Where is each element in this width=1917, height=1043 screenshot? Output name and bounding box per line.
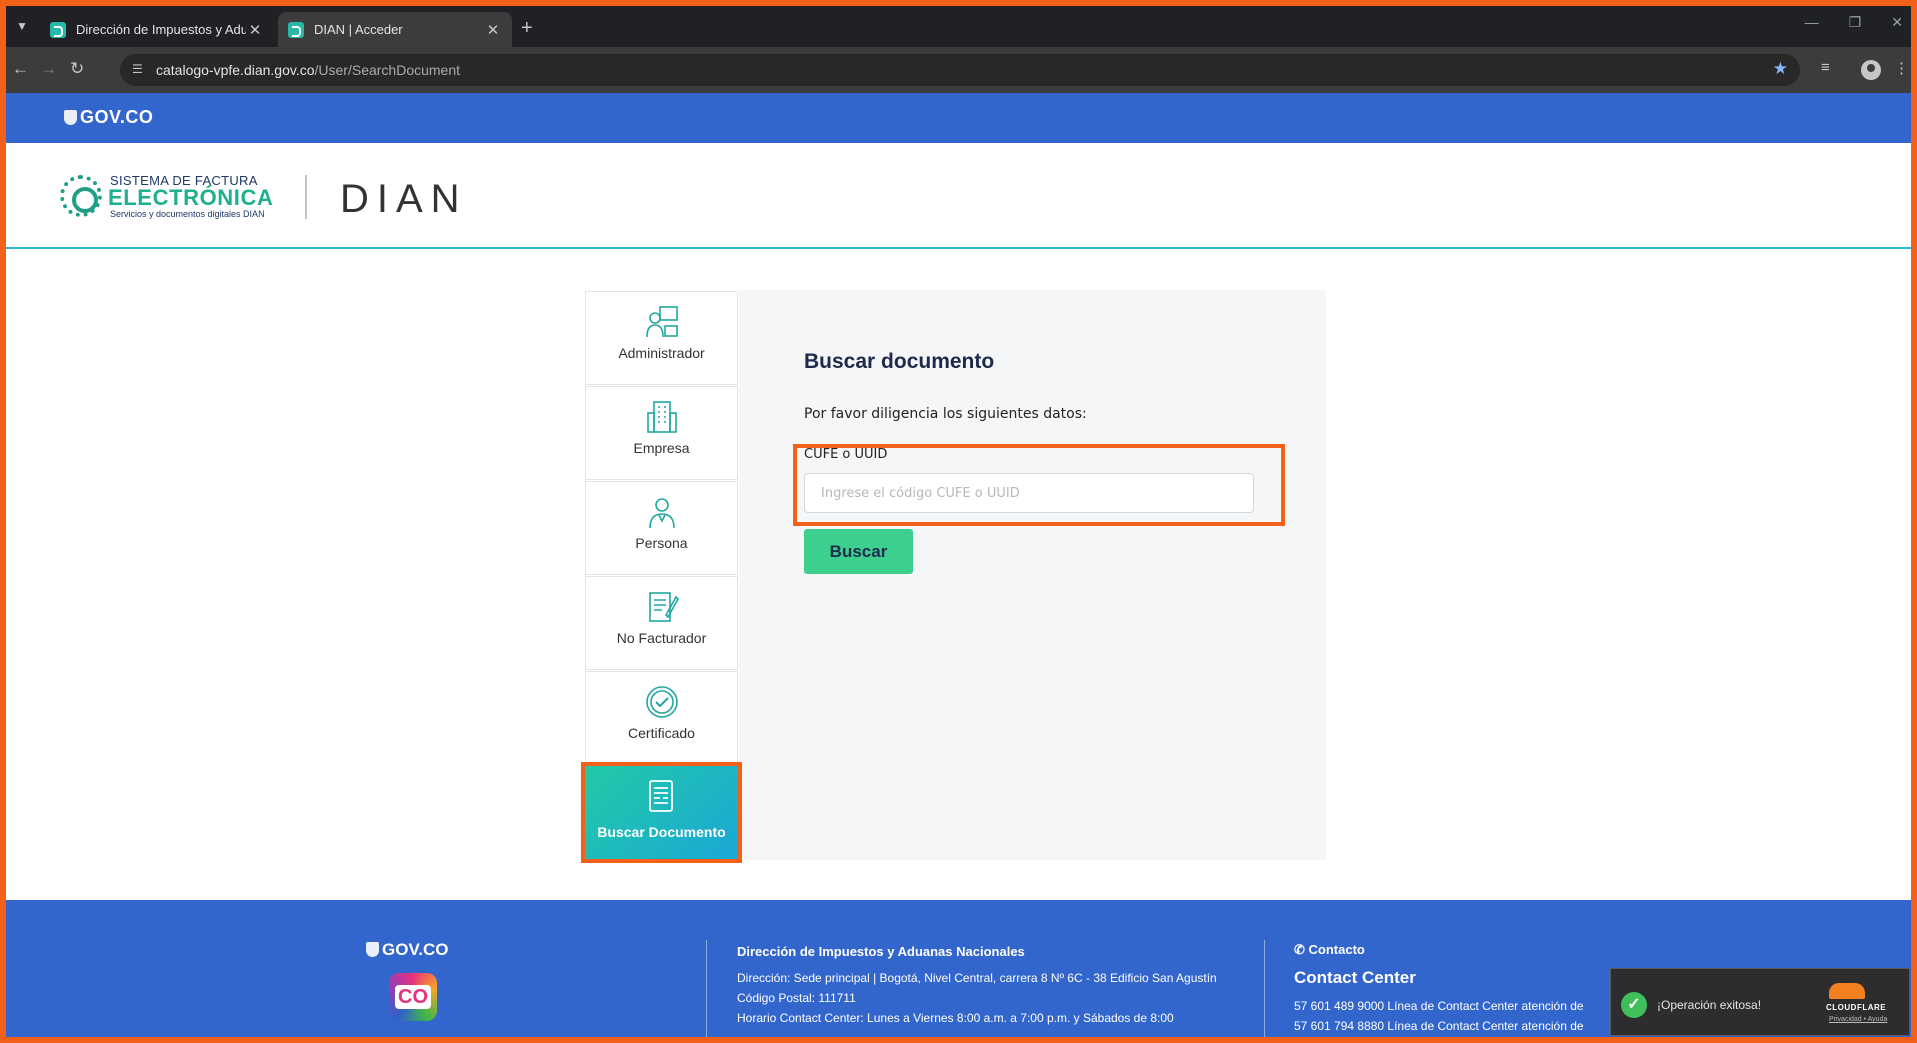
footer-gov-text: GOV.CO <box>382 940 449 959</box>
profile-avatar-icon[interactable] <box>1861 60 1881 80</box>
footer-phone-2: 57 601 794 8880 Línea de Contact Center … <box>1294 1019 1584 1033</box>
footer-contact: ✆ Contacto Contact Center 57 601 489 900… <box>1294 942 1634 1036</box>
minimize-icon[interactable]: — <box>1805 14 1819 31</box>
site-info-tune-icon[interactable]: ☰ <box>132 62 143 76</box>
search-panel: Buscar documento Por favor diligencia lo… <box>739 290 1326 860</box>
footer-entity-name: Dirección de Impuestos y Aduanas Naciona… <box>737 944 1025 959</box>
browser-menu-kebab-icon[interactable]: ⋮ <box>1894 59 1909 77</box>
toast-message: ¡Operación exitosa! <box>1657 998 1762 1012</box>
certificate-icon <box>646 686 678 718</box>
restore-icon[interactable]: ❐ <box>1849 14 1862 31</box>
address-bar[interactable]: ☰ catalogo-vpfe.dian.gov.co/User/SearchD… <box>120 54 1800 86</box>
cloudflare-name: CLOUDFLARE <box>1826 1003 1887 1012</box>
cloudflare-cloud-icon <box>1829 983 1865 999</box>
menu-label: Administrador <box>618 345 705 361</box>
gov-co-logo[interactable]: GOV.CO <box>64 107 153 128</box>
co-badge-text: CO <box>395 985 431 1009</box>
bookmark-star-icon[interactable]: ★ <box>1773 59 1788 79</box>
phone-icon: ✆ <box>1294 942 1305 957</box>
url-text[interactable]: catalogo-vpfe.dian.gov.co/User/SearchDoc… <box>156 62 460 78</box>
brand-divider <box>305 175 307 219</box>
factura-electronica-globe-icon <box>60 175 102 217</box>
footer-address: Dirección: Sede principal | Bogotá, Nive… <box>737 971 1217 985</box>
cloudflare-links[interactable]: Privacidad • Ayuda <box>1829 1016 1887 1023</box>
footer-contact-heading: ✆ Contacto <box>1294 942 1634 958</box>
footer-gov-co-logo[interactable]: GOV.CO <box>366 940 448 960</box>
tab-title: Dirección de Impuestos y Adua <box>76 22 246 37</box>
admin-icon <box>646 306 678 338</box>
menu-item-administrador[interactable]: Administrador <box>585 291 738 385</box>
cufe-field-label: CUFE o UUID <box>804 447 888 462</box>
colombia-shield-icon <box>64 110 77 125</box>
buscar-button[interactable]: Buscar <box>804 529 913 574</box>
back-arrow-icon[interactable]: ← <box>12 59 29 79</box>
browser-tab-dian-acceder[interactable]: DIAN | Acceder ✕ <box>278 12 512 47</box>
footer-hours: Horario Contact Center: Lunes a Viernes … <box>737 1011 1174 1025</box>
gov-co-bar: GOV.CO <box>6 93 1911 143</box>
menu-item-persona[interactable]: Persona <box>585 481 738 575</box>
menu-label: No Facturador <box>616 630 707 646</box>
cufe-input[interactable] <box>804 473 1254 513</box>
tab-list-chevron-icon[interactable]: ▼ <box>12 16 32 36</box>
success-check-icon: ✓ <box>1621 992 1647 1018</box>
menu-item-buscar-documento[interactable]: Buscar Documento <box>585 766 738 859</box>
menu-item-empresa[interactable]: Empresa <box>585 386 738 480</box>
menu-label: Certificado <box>628 725 695 741</box>
cloudflare-toast: ✓ ¡Operación exitosa! CLOUDFLARE Privaci… <box>1610 968 1910 1036</box>
menu-item-certificado[interactable]: Certificado <box>585 671 738 765</box>
menu-label: Empresa <box>633 440 690 456</box>
sfe-line2: ELECTRÓNICA <box>108 185 274 210</box>
media-queue-icon[interactable]: ≡ <box>1821 59 1830 76</box>
form-instructions: Por favor diligencia los siguientes dato… <box>804 406 1087 422</box>
footer-entity-info: Dirección de Impuestos y Aduanas Naciona… <box>737 942 1237 1028</box>
menu-label: Buscar Documento <box>597 824 726 840</box>
url-host: catalogo-vpfe.dian.gov.co <box>156 62 315 78</box>
footer-contact-center: Contact Center <box>1294 968 1416 987</box>
gov-co-text: GOV.CO <box>80 107 154 127</box>
menu-item-no-facturador[interactable]: No Facturador <box>585 576 738 670</box>
browser-tab-dian-home[interactable]: Dirección de Impuestos y Adua ✕ <box>40 12 274 47</box>
url-path: /User/SearchDocument <box>314 62 461 78</box>
tab-title: DIAN | Acceder <box>314 22 403 37</box>
menu-label: Persona <box>635 535 688 551</box>
document-edit-icon <box>649 592 679 622</box>
person-icon <box>649 498 675 529</box>
reload-icon[interactable]: ↻ <box>70 59 84 79</box>
sfe-line3: Servicios y documentos digitales DIAN <box>110 209 265 219</box>
building-icon <box>647 401 677 433</box>
window-close-icon[interactable]: ✕ <box>1891 14 1903 31</box>
new-tab-plus-icon[interactable]: + <box>521 18 533 38</box>
dian-favicon-icon <box>50 21 66 38</box>
brand-header: SISTEMA DE FACTURA ELECTRÓNICA Servicios… <box>6 143 1911 249</box>
document-search-icon <box>649 780 673 812</box>
footer-divider <box>1264 940 1265 1040</box>
footer-phone-1: 57 601 489 9000 Línea de Contact Center … <box>1294 999 1584 1013</box>
browser-tabbar: ▼ Dirección de Impuestos y Adua ✕ DIAN |… <box>6 6 1911 47</box>
window-controls: — ❐ ✕ <box>1805 14 1903 31</box>
footer-postal: Código Postal: 111711 <box>737 991 856 1005</box>
contact-head-text: Contacto <box>1308 942 1365 957</box>
dian-favicon-icon <box>288 21 304 38</box>
footer-divider <box>706 940 707 1040</box>
tab-close-icon[interactable]: ✕ <box>246 21 264 39</box>
colombia-co-logo: CO <box>389 973 437 1021</box>
tab-close-icon[interactable]: ✕ <box>484 21 502 39</box>
dian-logo: DIAN <box>340 177 468 221</box>
page-title: Buscar documento <box>804 350 995 373</box>
colombia-shield-icon <box>366 942 379 957</box>
browser-toolbar: ← → ↻ ☰ catalogo-vpfe.dian.gov.co/User/S… <box>6 47 1911 93</box>
forward-arrow-icon[interactable]: → <box>40 59 57 79</box>
